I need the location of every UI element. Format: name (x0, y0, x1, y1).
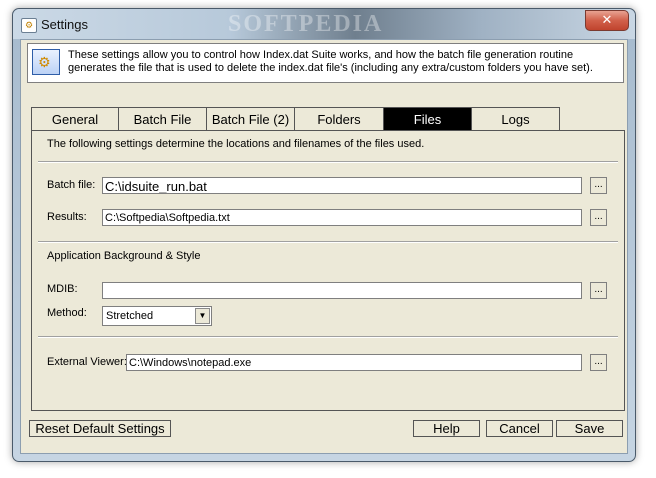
background-style-heading: Application Background & Style (47, 250, 201, 262)
files-description: The following settings determine the loc… (47, 138, 425, 150)
method-select[interactable]: Stretched ▼ (102, 306, 212, 326)
close-button[interactable]: ✕ (585, 10, 629, 31)
tab-general[interactable]: General (31, 107, 119, 131)
results-browse-button[interactable]: ... (590, 209, 607, 226)
external-viewer-input[interactable]: C:\Windows\notepad.exe (126, 354, 582, 371)
tab-batch-file[interactable]: Batch File (118, 107, 207, 131)
tab-folders[interactable]: Folders (294, 107, 384, 131)
external-viewer-browse-button[interactable]: ... (590, 354, 607, 371)
method-value: Stretched (106, 310, 154, 322)
batch-file-label: Batch file: (47, 179, 96, 191)
separator (38, 336, 618, 338)
info-text: These settings allow you to control how … (68, 49, 593, 74)
batch-file-input[interactable]: C:\idsuite_run.bat (102, 177, 582, 194)
settings-window: ⚙ Settings SOFTPEDIA ✕ ⚙ These settings … (12, 8, 636, 462)
app-icon: ⚙ (21, 18, 37, 33)
batch-file-browse-button[interactable]: ... (590, 177, 607, 194)
chevron-down-icon[interactable]: ▼ (195, 308, 210, 324)
results-label: Results: (47, 211, 87, 223)
cancel-button[interactable]: Cancel (486, 420, 553, 437)
mdib-input[interactable] (102, 282, 582, 299)
tab-logs[interactable]: Logs (471, 107, 560, 131)
title-bar[interactable]: ⚙ Settings SOFTPEDIA ✕ (13, 9, 635, 39)
tab-batch-file-2[interactable]: Batch File (2) (206, 107, 295, 131)
mdib-browse-button[interactable]: ... (590, 282, 607, 299)
window-title: Settings (41, 17, 88, 32)
watermark: SOFTPEDIA (228, 11, 384, 37)
files-tab-panel: The following settings determine the loc… (31, 130, 625, 411)
close-icon: ✕ (601, 12, 613, 27)
help-button[interactable]: Help (413, 420, 480, 437)
gear-icon: ⚙ (32, 49, 60, 75)
method-label: Method: (47, 307, 87, 319)
separator (38, 241, 618, 243)
results-input[interactable]: C:\Softpedia\Softpedia.txt (102, 209, 582, 226)
tab-files[interactable]: Files (383, 107, 472, 131)
save-button[interactable]: Save (556, 420, 623, 437)
dialog-client: ⚙ These settings allow you to control ho… (20, 39, 628, 454)
separator (38, 161, 618, 163)
info-box: ⚙ These settings allow you to control ho… (27, 43, 624, 83)
reset-default-settings-button[interactable]: Reset Default Settings (29, 420, 171, 437)
external-viewer-label: External Viewer: (47, 356, 127, 368)
mdib-label: MDIB: (47, 283, 78, 295)
